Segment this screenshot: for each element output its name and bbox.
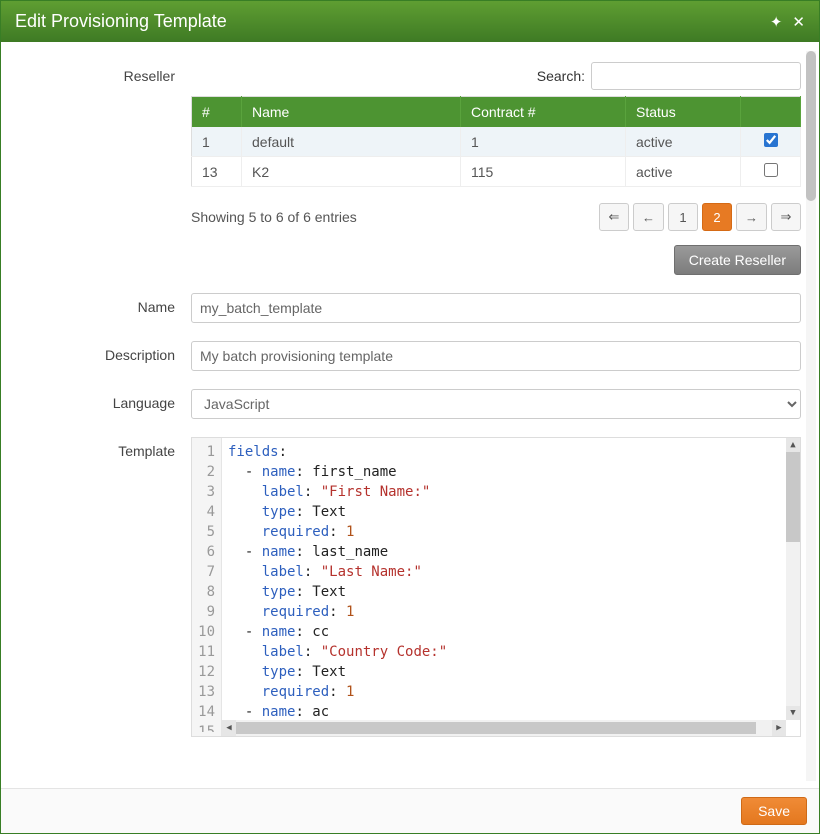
editor-code[interactable]: fields: - name: first_name label: "First… [222, 438, 800, 736]
dialog-footer: Save [1, 788, 819, 833]
create-reseller-button[interactable]: Create Reseller [674, 245, 801, 275]
col-num[interactable]: # [192, 97, 242, 128]
cell-num: 1 [192, 127, 242, 157]
scroll-up-icon[interactable]: ▲ [786, 438, 800, 452]
scroll-right-icon[interactable]: ▶ [772, 720, 786, 736]
table-row[interactable]: 13 K2 115 active [192, 157, 801, 187]
name-row: Name [11, 293, 801, 323]
editor-gutter: 123456789101112131415 [192, 438, 222, 736]
reseller-table: # Name Contract # Status 1 default 1 ac [191, 96, 801, 187]
language-select[interactable]: JavaScript [191, 389, 801, 419]
cell-num: 13 [192, 157, 242, 187]
cell-status: active [626, 157, 741, 187]
template-editor[interactable]: 123456789101112131415 fields: - name: fi… [191, 437, 801, 737]
pager-info: Showing 5 to 6 of 6 entries [191, 209, 357, 225]
scroll-down-icon[interactable]: ▼ [786, 706, 800, 720]
search-row: Search: [191, 62, 801, 90]
pager-first-button[interactable]: ⇐ [599, 203, 629, 231]
cell-status: active [626, 127, 741, 157]
dialog-vertical-scrollbar[interactable] [806, 51, 816, 781]
row-select-checkbox[interactable] [764, 133, 778, 147]
scroll-thumb[interactable] [786, 452, 800, 542]
cell-name: default [242, 127, 461, 157]
cell-contract: 1 [461, 127, 626, 157]
reseller-label: Reseller [11, 62, 191, 275]
col-contract[interactable]: Contract # [461, 97, 626, 128]
pager-prev-button[interactable]: ← [633, 203, 664, 231]
search-label: Search: [537, 68, 585, 84]
reseller-content: Search: # Name Contract # Status [191, 62, 801, 275]
close-icon[interactable]: ✕ [792, 13, 805, 31]
scroll-thumb[interactable] [236, 722, 756, 734]
dialog-body: Reseller Search: # Name Contract # Statu… [1, 42, 819, 788]
maximize-icon[interactable]: ✦ [770, 13, 783, 31]
pager-next-button[interactable]: → [736, 203, 767, 231]
pager-page-2-button[interactable]: 2 [702, 203, 732, 231]
editor-horizontal-scrollbar[interactable]: ◀ ▶ [222, 720, 786, 736]
reseller-row: Reseller Search: # Name Contract # Statu… [11, 62, 801, 275]
edit-provisioning-template-dialog: Edit Provisioning Template ✦ ✕ Reseller … [0, 0, 820, 834]
save-button[interactable]: Save [741, 797, 807, 825]
scroll-left-icon[interactable]: ◀ [222, 720, 236, 736]
description-row: Description [11, 341, 801, 371]
language-label: Language [11, 389, 191, 419]
editor-vertical-scrollbar[interactable]: ▲ ▼ [786, 438, 800, 720]
pager-row: Showing 5 to 6 of 6 entries ⇐ ← 1 2 → ⇒ [191, 203, 801, 231]
dialog-header: Edit Provisioning Template ✦ ✕ [1, 1, 819, 42]
description-label: Description [11, 341, 191, 371]
dialog-title: Edit Provisioning Template [15, 11, 227, 32]
col-status[interactable]: Status [626, 97, 741, 128]
template-row: Template 123456789101112131415 fields: -… [11, 437, 801, 737]
table-row[interactable]: 1 default 1 active [192, 127, 801, 157]
name-input[interactable] [191, 293, 801, 323]
name-label: Name [11, 293, 191, 323]
language-row: Language JavaScript [11, 389, 801, 419]
create-reseller-row: Create Reseller [191, 245, 801, 275]
col-name[interactable]: Name [242, 97, 461, 128]
pager-page-1-button[interactable]: 1 [668, 203, 698, 231]
pager: ⇐ ← 1 2 → ⇒ [599, 203, 801, 231]
description-input[interactable] [191, 341, 801, 371]
col-select [741, 97, 801, 128]
search-input[interactable] [591, 62, 801, 90]
cell-name: K2 [242, 157, 461, 187]
cell-contract: 115 [461, 157, 626, 187]
pager-last-button[interactable]: ⇒ [771, 203, 801, 231]
dialog-controls: ✦ ✕ [770, 13, 805, 31]
template-label: Template [11, 437, 191, 737]
row-select-checkbox[interactable] [764, 163, 778, 177]
